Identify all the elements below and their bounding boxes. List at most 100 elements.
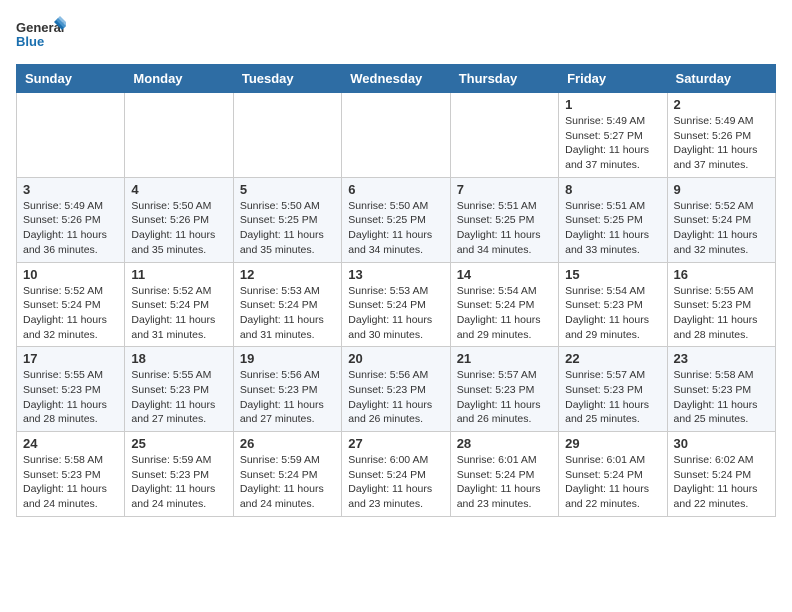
day-info: Sunrise: 5:52 AM Sunset: 5:24 PM Dayligh… <box>23 284 118 343</box>
logo: General Blue <box>16 16 66 54</box>
day-number: 15 <box>565 267 660 282</box>
day-number: 26 <box>240 436 335 451</box>
weekday-header-row: SundayMondayTuesdayWednesdayThursdayFrid… <box>17 65 776 93</box>
day-info: Sunrise: 5:56 AM Sunset: 5:23 PM Dayligh… <box>348 368 443 427</box>
page-header: General Blue <box>16 16 776 54</box>
day-number: 10 <box>23 267 118 282</box>
day-number: 1 <box>565 97 660 112</box>
day-number: 3 <box>23 182 118 197</box>
day-number: 23 <box>674 351 769 366</box>
calendar-cell: 27 Sunrise: 6:00 AM Sunset: 5:24 PM Dayli… <box>342 432 450 517</box>
calendar-cell: 28Sunrise: 6:01 AM Sunset: 5:24 PM Dayli… <box>450 432 558 517</box>
day-info: Sunrise: 5:55 AM Sunset: 5:23 PM Dayligh… <box>131 368 226 427</box>
day-info: Sunrise: 5:59 AM Sunset: 5:24 PM Dayligh… <box>240 453 335 512</box>
day-number: 17 <box>23 351 118 366</box>
day-number: 20 <box>348 351 443 366</box>
day-number: 19 <box>240 351 335 366</box>
day-info: Sunrise: 5:49 AM Sunset: 5:27 PM Dayligh… <box>565 114 660 173</box>
calendar-cell: 19Sunrise: 5:56 AM Sunset: 5:23 PM Dayli… <box>233 347 341 432</box>
day-number: 7 <box>457 182 552 197</box>
day-info: Sunrise: 5:50 AM Sunset: 5:25 PM Dayligh… <box>240 199 335 258</box>
calendar-week-row: 10 Sunrise: 5:52 AM Sunset: 5:24 PM Dayli… <box>17 262 776 347</box>
day-number: 8 <box>565 182 660 197</box>
day-number: 27 <box>348 436 443 451</box>
day-info: Sunrise: 5:49 AM Sunset: 5:26 PM Dayligh… <box>674 114 769 173</box>
calendar-cell: 8 Sunrise: 5:51 AM Sunset: 5:25 PM Daylig… <box>559 177 667 262</box>
day-info: Sunrise: 5:53 AM Sunset: 5:24 PM Dayligh… <box>348 284 443 343</box>
day-info: Sunrise: 5:52 AM Sunset: 5:24 PM Dayligh… <box>131 284 226 343</box>
calendar-cell: 20 Sunrise: 5:56 AM Sunset: 5:23 PM Dayli… <box>342 347 450 432</box>
calendar-cell: 18 Sunrise: 5:55 AM Sunset: 5:23 PM Dayli… <box>125 347 233 432</box>
calendar-cell: 21 Sunrise: 5:57 AM Sunset: 5:23 PM Dayli… <box>450 347 558 432</box>
calendar-week-row: 17 Sunrise: 5:55 AM Sunset: 5:23 PM Dayli… <box>17 347 776 432</box>
day-info: Sunrise: 5:54 AM Sunset: 5:24 PM Dayligh… <box>457 284 552 343</box>
calendar-cell: 25 Sunrise: 5:59 AM Sunset: 5:23 PM Dayli… <box>125 432 233 517</box>
day-number: 5 <box>240 182 335 197</box>
calendar-cell: 24Sunrise: 5:58 AM Sunset: 5:23 PM Dayli… <box>17 432 125 517</box>
calendar-cell: 13 Sunrise: 5:53 AM Sunset: 5:24 PM Dayli… <box>342 262 450 347</box>
calendar-cell: 3Sunrise: 5:49 AM Sunset: 5:26 PM Daylig… <box>17 177 125 262</box>
day-info: Sunrise: 5:58 AM Sunset: 5:23 PM Dayligh… <box>23 453 118 512</box>
day-number: 25 <box>131 436 226 451</box>
calendar-cell: 10 Sunrise: 5:52 AM Sunset: 5:24 PM Dayli… <box>17 262 125 347</box>
calendar-cell: 5 Sunrise: 5:50 AM Sunset: 5:25 PM Daylig… <box>233 177 341 262</box>
calendar-cell: 1 Sunrise: 5:49 AM Sunset: 5:27 PM Daylig… <box>559 93 667 178</box>
svg-text:Blue: Blue <box>16 34 44 49</box>
weekday-header: Tuesday <box>233 65 341 93</box>
day-info: Sunrise: 5:52 AM Sunset: 5:24 PM Dayligh… <box>674 199 769 258</box>
day-info: Sunrise: 6:01 AM Sunset: 5:24 PM Dayligh… <box>457 453 552 512</box>
calendar-cell: 22Sunrise: 5:57 AM Sunset: 5:23 PM Dayli… <box>559 347 667 432</box>
weekday-header: Friday <box>559 65 667 93</box>
day-info: Sunrise: 5:58 AM Sunset: 5:23 PM Dayligh… <box>674 368 769 427</box>
day-info: Sunrise: 5:55 AM Sunset: 5:23 PM Dayligh… <box>674 284 769 343</box>
weekday-header: Thursday <box>450 65 558 93</box>
day-number: 16 <box>674 267 769 282</box>
day-number: 13 <box>348 267 443 282</box>
day-info: Sunrise: 6:01 AM Sunset: 5:24 PM Dayligh… <box>565 453 660 512</box>
calendar-cell: 2Sunrise: 5:49 AM Sunset: 5:26 PM Daylig… <box>667 93 775 178</box>
day-number: 6 <box>348 182 443 197</box>
day-number: 22 <box>565 351 660 366</box>
day-info: Sunrise: 6:00 AM Sunset: 5:24 PM Dayligh… <box>348 453 443 512</box>
logo-svg: General Blue <box>16 16 66 54</box>
day-number: 29 <box>565 436 660 451</box>
day-info: Sunrise: 5:57 AM Sunset: 5:23 PM Dayligh… <box>457 368 552 427</box>
calendar-cell: 15 Sunrise: 5:54 AM Sunset: 5:23 PM Dayli… <box>559 262 667 347</box>
day-info: Sunrise: 5:51 AM Sunset: 5:25 PM Dayligh… <box>457 199 552 258</box>
weekday-header: Monday <box>125 65 233 93</box>
weekday-header: Wednesday <box>342 65 450 93</box>
day-number: 18 <box>131 351 226 366</box>
day-info: Sunrise: 5:51 AM Sunset: 5:25 PM Dayligh… <box>565 199 660 258</box>
calendar-cell <box>17 93 125 178</box>
calendar-cell <box>233 93 341 178</box>
day-number: 4 <box>131 182 226 197</box>
calendar-cell: 16 Sunrise: 5:55 AM Sunset: 5:23 PM Dayli… <box>667 262 775 347</box>
calendar-cell <box>125 93 233 178</box>
calendar-cell <box>450 93 558 178</box>
calendar-cell: 14 Sunrise: 5:54 AM Sunset: 5:24 PM Dayli… <box>450 262 558 347</box>
calendar-cell: 12Sunrise: 5:53 AM Sunset: 5:24 PM Dayli… <box>233 262 341 347</box>
day-number: 9 <box>674 182 769 197</box>
calendar-cell: 11Sunrise: 5:52 AM Sunset: 5:24 PM Dayli… <box>125 262 233 347</box>
day-number: 21 <box>457 351 552 366</box>
day-info: Sunrise: 5:55 AM Sunset: 5:23 PM Dayligh… <box>23 368 118 427</box>
calendar-cell: 30 Sunrise: 6:02 AM Sunset: 5:24 PM Dayli… <box>667 432 775 517</box>
day-number: 30 <box>674 436 769 451</box>
calendar-week-row: 24Sunrise: 5:58 AM Sunset: 5:23 PM Dayli… <box>17 432 776 517</box>
calendar-cell: 26 Sunrise: 5:59 AM Sunset: 5:24 PM Dayli… <box>233 432 341 517</box>
day-info: Sunrise: 5:50 AM Sunset: 5:25 PM Dayligh… <box>348 199 443 258</box>
calendar-cell: 17 Sunrise: 5:55 AM Sunset: 5:23 PM Dayli… <box>17 347 125 432</box>
day-number: 14 <box>457 267 552 282</box>
calendar-cell <box>342 93 450 178</box>
day-info: Sunrise: 6:02 AM Sunset: 5:24 PM Dayligh… <box>674 453 769 512</box>
calendar-cell: 29 Sunrise: 6:01 AM Sunset: 5:24 PM Dayli… <box>559 432 667 517</box>
calendar-cell: 9 Sunrise: 5:52 AM Sunset: 5:24 PM Daylig… <box>667 177 775 262</box>
calendar-week-row: 3Sunrise: 5:49 AM Sunset: 5:26 PM Daylig… <box>17 177 776 262</box>
day-info: Sunrise: 5:50 AM Sunset: 5:26 PM Dayligh… <box>131 199 226 258</box>
calendar-cell: 7 Sunrise: 5:51 AM Sunset: 5:25 PM Daylig… <box>450 177 558 262</box>
day-info: Sunrise: 5:59 AM Sunset: 5:23 PM Dayligh… <box>131 453 226 512</box>
calendar-cell: 6 Sunrise: 5:50 AM Sunset: 5:25 PM Daylig… <box>342 177 450 262</box>
day-info: Sunrise: 5:53 AM Sunset: 5:24 PM Dayligh… <box>240 284 335 343</box>
day-info: Sunrise: 5:54 AM Sunset: 5:23 PM Dayligh… <box>565 284 660 343</box>
calendar-cell: 4 Sunrise: 5:50 AM Sunset: 5:26 PM Daylig… <box>125 177 233 262</box>
